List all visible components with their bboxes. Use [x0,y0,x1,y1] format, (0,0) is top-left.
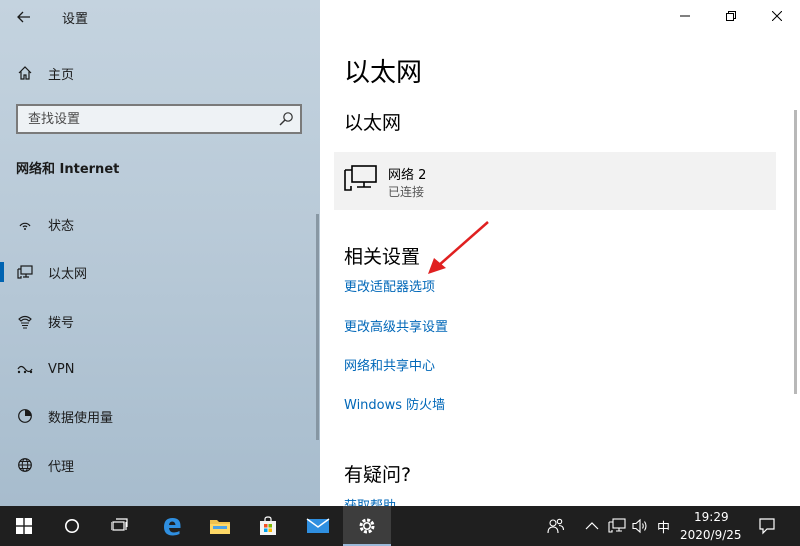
minimize-icon [680,15,690,17]
people-icon[interactable] [546,516,566,536]
sidebar-item-label: 以太网 [48,266,88,282]
settings-taskbar-button[interactable] [343,506,391,546]
sidebar-item-label: 拨号 [48,315,75,331]
search-box[interactable] [16,104,302,134]
task-view-button[interactable] [96,506,144,546]
minimize-button[interactable] [662,2,708,30]
sidebar-item-label: 状态 [48,218,75,234]
vpn-icon [16,360,34,378]
app-title: 设置 [62,12,89,27]
mail-button[interactable] [294,506,342,546]
gear-icon [359,518,375,534]
sidebar-item-ethernet[interactable]: 以太网 [0,256,316,288]
sidebar-item-label: VPN [48,361,75,377]
get-help-link[interactable]: 获取帮助 [344,495,396,506]
navigation-pane: 设置 主页 网络和 Internet 状态 [0,0,320,506]
input-method-indicator[interactable]: 中 [657,517,670,536]
back-button[interactable] [8,4,40,30]
content-pane: 以太网 以太网 网络 2 已连接 相关设置 更改适配器选项 更改高级共享设置 网… [320,0,800,506]
restore-button[interactable] [708,2,754,30]
windows-logo-icon [16,518,32,534]
edge-icon [164,518,181,536]
sidebar-item-label: 数据使用量 [48,410,114,426]
sidebar-item-dialup[interactable]: 拨号 [0,305,316,337]
nav-header: 设置 [0,0,320,34]
folder-icon [210,520,230,534]
notification-icon[interactable] [757,516,777,536]
ethernet-network-icon [344,165,377,191]
status-icon [16,215,34,233]
file-explorer-button[interactable] [196,506,244,546]
mail-icon [306,518,330,533]
cortana-circle-icon [65,519,79,533]
search-input[interactable] [18,106,268,132]
annotation-arrow-icon [428,221,489,274]
nav-home-label: 主页 [48,67,75,83]
sidebar-item-vpn[interactable]: VPN [0,353,316,385]
page-title: 以太网 [344,58,423,88]
windows-firewall-link[interactable]: Windows 防火墙 [344,394,445,413]
advanced-sharing-settings-link[interactable]: 更改高级共享设置 [344,316,448,335]
chevron-up-icon[interactable] [582,516,602,536]
clock-date[interactable]: 2020/9/25 [680,528,742,542]
task-view-icon [111,518,128,531]
start-button[interactable] [0,506,48,546]
close-button[interactable] [754,2,800,30]
sidebar-item-label: 代理 [48,459,75,475]
edge-browser-button[interactable] [148,506,196,546]
store-bag-icon [260,516,276,535]
network-name: 网络 2 [388,168,427,183]
back-arrow-icon [17,11,30,23]
network-sharing-center-link[interactable]: 网络和共享中心 [344,355,435,374]
store-button[interactable] [244,506,292,546]
nav-scrollbar[interactable] [316,214,319,440]
clock-time[interactable]: 19:29 [694,510,729,524]
network-status: 已连接 [388,185,425,199]
home-icon [16,64,34,82]
dialup-icon [16,312,34,330]
section-heading: 以太网 [344,112,402,134]
sidebar-item-status[interactable]: 状态 [0,208,316,240]
network-tray-icon[interactable] [607,516,627,536]
related-settings-heading: 相关设置 [344,246,421,268]
content-scrollbar[interactable] [794,110,797,394]
data-usage-icon [16,407,34,425]
proxy-icon [16,456,34,474]
volume-icon[interactable] [631,516,651,536]
close-icon [772,11,782,21]
restore-icon [726,11,736,21]
search-icon[interactable] [278,111,294,127]
sidebar-item-proxy[interactable]: 代理 [0,449,316,481]
help-heading: 有疑问? [344,464,412,486]
sidebar-item-data-usage[interactable]: 数据使用量 [0,400,316,432]
ethernet-icon [16,263,34,281]
nav-home[interactable]: 主页 [0,58,316,88]
nav-section-title: 网络和 Internet [16,162,120,177]
taskbar: 中 19:29 2020/9/25 [0,506,800,546]
network-card[interactable]: 网络 2 已连接 [334,152,776,210]
search-cortana-button[interactable] [48,506,96,546]
selection-indicator [0,262,4,282]
